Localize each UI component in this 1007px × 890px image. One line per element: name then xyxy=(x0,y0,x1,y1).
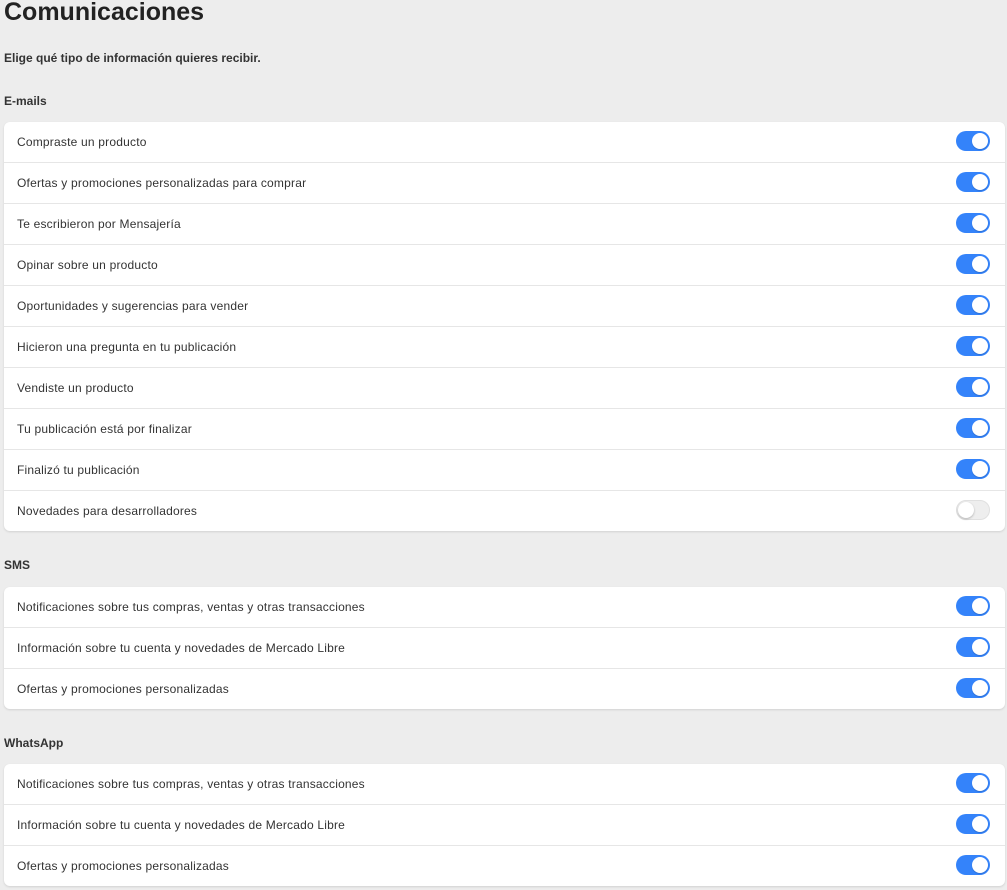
preference-toggle[interactable] xyxy=(956,459,990,479)
preference-row: Opinar sobre un producto xyxy=(4,245,1005,286)
page-subtitle: Elige qué tipo de información quieres re… xyxy=(4,51,261,65)
preference-row: Ofertas y promociones personalizadas xyxy=(4,846,1005,886)
section-title-whatsapp: WhatsApp xyxy=(4,736,64,750)
preference-toggle[interactable] xyxy=(956,131,990,151)
preference-toggle[interactable] xyxy=(956,295,990,315)
preference-toggle[interactable] xyxy=(956,500,990,520)
preference-row: Te escribieron por Mensajería xyxy=(4,204,1005,245)
section-title-sms: SMS xyxy=(4,558,31,572)
preference-label: Te escribieron por Mensajería xyxy=(17,217,181,231)
page-title: Comunicaciones xyxy=(4,0,205,26)
preference-toggle[interactable] xyxy=(956,213,990,233)
communications-page: Comunicaciones Elige qué tipo de informa… xyxy=(0,0,1007,890)
toggle-knob xyxy=(972,598,988,614)
preference-toggle[interactable] xyxy=(956,418,990,438)
preference-toggle[interactable] xyxy=(956,377,990,397)
preference-toggle[interactable] xyxy=(956,814,990,834)
preference-label: Notificaciones sobre tus compras, ventas… xyxy=(17,600,365,614)
preference-row: Oportunidades y sugerencias para vender xyxy=(4,286,1005,327)
toggle-knob xyxy=(972,133,988,149)
toggle-knob xyxy=(972,338,988,354)
email-preferences-card: Compraste un producto Ofertas y promocion… xyxy=(4,122,1005,531)
preference-row: Ofertas y promociones personalizadas xyxy=(4,669,1005,709)
preference-toggle[interactable] xyxy=(956,172,990,192)
whatsapp-preferences-card: Notificaciones sobre tus compras, ventas… xyxy=(4,764,1005,886)
preference-label: Hicieron una pregunta en tu publicación xyxy=(17,340,237,354)
sms-preferences-card: Notificaciones sobre tus compras, ventas… xyxy=(4,587,1005,709)
preference-row: Novedades para desarrolladores xyxy=(4,491,1005,531)
preference-row: Hicieron una pregunta en tu publicación xyxy=(4,327,1005,368)
preference-row: Finalizó tu publicación xyxy=(4,450,1005,491)
preference-toggle[interactable] xyxy=(956,254,990,274)
preference-label: Ofertas y promociones personalizadas par… xyxy=(17,176,307,190)
toggle-knob xyxy=(972,775,988,791)
preference-label: Ofertas y promociones personalizadas xyxy=(17,682,229,696)
preference-row: Notificaciones sobre tus compras, ventas… xyxy=(4,764,1005,805)
preference-row: Vendiste un producto xyxy=(4,368,1005,409)
preference-toggle[interactable] xyxy=(956,336,990,356)
preference-label: Compraste un producto xyxy=(17,135,147,149)
section-title-email: E-mails xyxy=(4,94,47,108)
toggle-knob xyxy=(972,461,988,477)
toggle-knob xyxy=(972,379,988,395)
preference-label: Oportunidades y sugerencias para vender xyxy=(17,299,249,313)
toggle-knob xyxy=(972,816,988,832)
preference-label: Vendiste un producto xyxy=(17,381,134,395)
preference-label: Novedades para desarrolladores xyxy=(17,504,198,518)
preference-toggle[interactable] xyxy=(956,678,990,698)
preference-label: Información sobre tu cuenta y novedades … xyxy=(17,818,346,832)
preference-toggle[interactable] xyxy=(956,596,990,616)
toggle-knob xyxy=(972,680,988,696)
preference-label: Ofertas y promociones personalizadas xyxy=(17,859,229,873)
toggle-knob xyxy=(972,297,988,313)
preference-row: Compraste un producto xyxy=(4,122,1005,163)
toggle-knob xyxy=(972,420,988,436)
preference-label: Opinar sobre un producto xyxy=(17,258,158,272)
preference-label: Información sobre tu cuenta y novedades … xyxy=(17,641,346,655)
preference-label: Finalizó tu publicación xyxy=(17,463,140,477)
preference-toggle[interactable] xyxy=(956,637,990,657)
toggle-knob xyxy=(958,502,974,518)
preference-toggle[interactable] xyxy=(956,773,990,793)
preference-row: Tu publicación está por finalizar xyxy=(4,409,1005,450)
toggle-knob xyxy=(972,256,988,272)
toggle-knob xyxy=(972,174,988,190)
preference-row: Notificaciones sobre tus compras, ventas… xyxy=(4,587,1005,628)
preference-row: Información sobre tu cuenta y novedades … xyxy=(4,805,1005,846)
preference-toggle[interactable] xyxy=(956,855,990,875)
preference-row: Ofertas y promociones personalizadas par… xyxy=(4,163,1005,204)
toggle-knob xyxy=(972,639,988,655)
toggle-knob xyxy=(972,857,988,873)
preference-label: Tu publicación está por finalizar xyxy=(17,422,192,436)
preference-label: Notificaciones sobre tus compras, ventas… xyxy=(17,777,365,791)
toggle-knob xyxy=(972,215,988,231)
preference-row: Información sobre tu cuenta y novedades … xyxy=(4,628,1005,669)
